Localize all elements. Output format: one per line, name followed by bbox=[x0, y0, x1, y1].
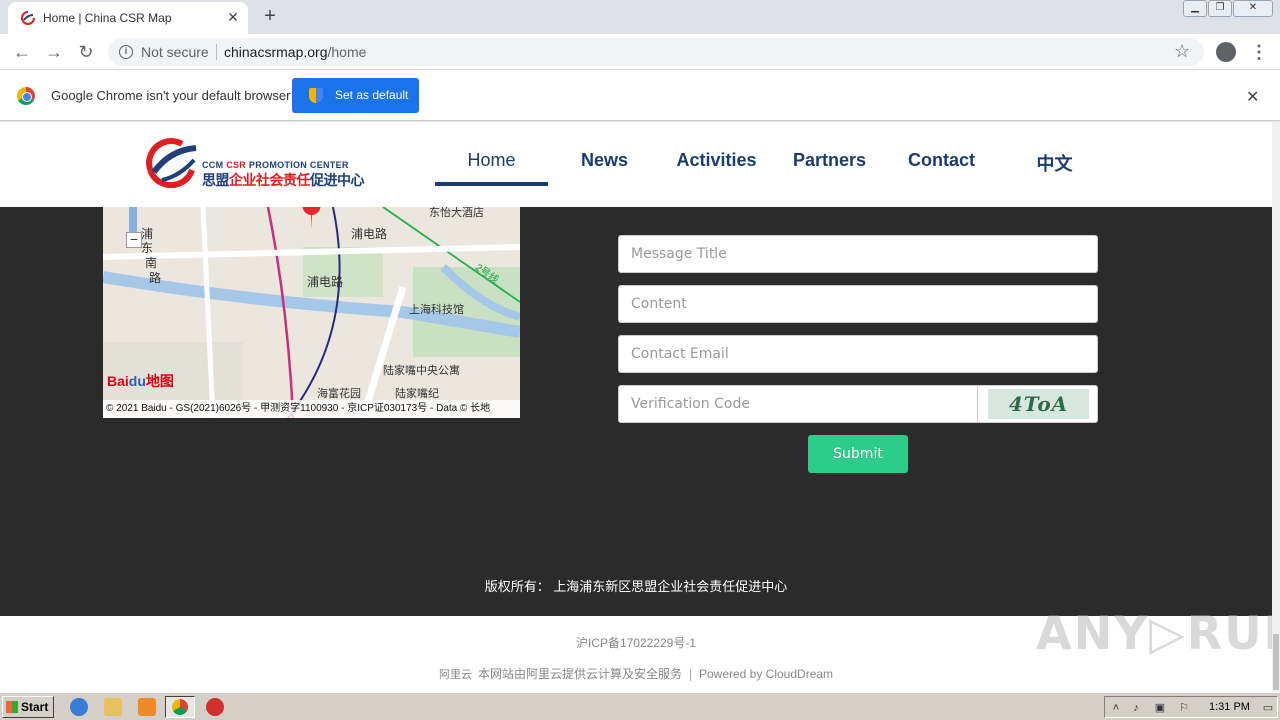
show-desktop-icon[interactable]: ▭ bbox=[1261, 701, 1275, 715]
logo-cn-prefix: 思盟 bbox=[202, 172, 230, 188]
page-scrollbar[interactable] bbox=[1272, 122, 1280, 692]
captcha-image[interactable]: 4ToA bbox=[988, 389, 1089, 419]
nav-news[interactable]: News bbox=[548, 150, 661, 171]
nav-contact[interactable]: Contact bbox=[885, 150, 998, 171]
baidu-logo-paw: du bbox=[128, 373, 146, 389]
map-label: 路 bbox=[149, 271, 162, 285]
system-tray: ˄ ♪ ▣ ⚐ 1:31 PM ▭ bbox=[1104, 696, 1278, 718]
browser-tab[interactable]: Home | China CSR Map ✕ bbox=[8, 2, 248, 34]
minimize-window-icon[interactable]: ▁ bbox=[1183, 0, 1207, 17]
infobar-message: Google Chrome isn't your default browser bbox=[51, 88, 291, 103]
taskbar-chrome-button[interactable] bbox=[165, 696, 195, 718]
reload-icon[interactable]: ↻ bbox=[74, 40, 98, 64]
stop-icon[interactable] bbox=[206, 698, 224, 716]
powered-row: 阿里云 本网站由阿里云提供云计算及安全服务 Powered by CloudDrea… bbox=[0, 665, 1272, 682]
powered-by-text[interactable]: Powered by CloudDream bbox=[699, 667, 833, 681]
contact-email-input[interactable]: Contact Email bbox=[618, 335, 1098, 373]
map-label: 上海科技馆 bbox=[409, 304, 464, 316]
bookmark-star-icon[interactable]: ☆ bbox=[1174, 41, 1190, 62]
nav-activities[interactable]: Activities bbox=[660, 150, 773, 171]
start-button[interactable]: Start bbox=[2, 696, 54, 718]
scrollbar-thumb[interactable] bbox=[1273, 634, 1279, 690]
map-copyright: © 2021 Baidu - GS(2021)6026号 - 甲测资字11009… bbox=[103, 400, 520, 418]
nav-active-underline bbox=[435, 182, 548, 186]
internet-explorer-icon[interactable] bbox=[70, 698, 88, 716]
taskbar-clock[interactable]: 1:31 PM bbox=[1209, 701, 1250, 713]
chrome-icon bbox=[172, 699, 188, 715]
address-separator bbox=[216, 44, 217, 60]
default-browser-infobar: Google Chrome isn't your default browser… bbox=[0, 71, 1280, 121]
baidu-logo-bai: Bai bbox=[107, 373, 129, 389]
logo-en-prefix: CCM bbox=[202, 160, 227, 170]
not-secure-label: Not secure bbox=[141, 44, 209, 60]
baidu-map[interactable]: 东怡大酒店 浦电路 浦 东 南 路 浦电路 2号线 上海科技馆 陆家嘴中央公寓 … bbox=[103, 207, 520, 418]
aliyun-logo-icon: 阿里云 bbox=[438, 669, 472, 681]
message-title-input[interactable]: Message Title bbox=[618, 235, 1098, 273]
logo-en-suffix: PROMOTION CENTER bbox=[246, 160, 349, 170]
logo-chinese-text: 思盟企业社会责任促进中心 bbox=[202, 170, 365, 190]
nav-home[interactable]: Home bbox=[435, 150, 548, 171]
new-tab-button[interactable]: + bbox=[258, 4, 282, 28]
map-label: 浦电路 bbox=[307, 275, 344, 289]
baidu-logo: Baidu地图 bbox=[107, 371, 174, 391]
anyrun-watermark: ANY▷RUN bbox=[1036, 606, 1280, 660]
back-arrow-icon[interactable]: ← bbox=[10, 40, 34, 64]
logo-cn-suffix: 促进中心 bbox=[310, 172, 365, 188]
map-label: 东怡大酒店 bbox=[429, 207, 484, 219]
logo-english-text: CCM CSR PROMOTION CENTER bbox=[202, 160, 349, 170]
submit-button[interactable]: Submit bbox=[808, 435, 908, 473]
browser-toolbar: ← → ↻ i Not secure chinacsrmap.org/home … bbox=[0, 34, 1280, 70]
set-as-default-label: Set as default bbox=[335, 88, 409, 102]
tray-expand-icon[interactable]: ˄ bbox=[1109, 701, 1123, 715]
map-label: 浦电路 bbox=[351, 227, 388, 241]
start-label: Start bbox=[21, 700, 49, 714]
browser-tab-strip: Home | China CSR Map ✕ + ▁ ❐ ✕ bbox=[0, 0, 1280, 34]
contact-section: 东怡大酒店 浦电路 浦 东 南 路 浦电路 2号线 上海科技馆 陆家嘴中央公寓 … bbox=[0, 207, 1272, 616]
file-explorer-icon[interactable] bbox=[104, 698, 122, 716]
site-favicon-icon bbox=[21, 11, 35, 25]
windows-taskbar: Start ˄ ♪ ▣ ⚐ 1:31 PM ▭ bbox=[0, 692, 1280, 720]
tab-title: Home | China CSR Map bbox=[43, 11, 172, 25]
map-label: 陆家嘴中央公寓 bbox=[383, 365, 460, 377]
map-label: 海富花园 bbox=[317, 388, 361, 400]
tab-close-icon[interactable]: ✕ bbox=[224, 6, 242, 28]
nav-chinese[interactable]: 中文 bbox=[998, 150, 1111, 176]
action-center-flag-icon[interactable]: ⚐ bbox=[1177, 701, 1191, 715]
map-label: 陆家嘴纪 bbox=[395, 388, 439, 400]
profile-avatar-icon[interactable] bbox=[1216, 42, 1236, 62]
site-header: CCM CSR PROMOTION CENTER 思盟企业社会责任促进中心 Ho… bbox=[0, 122, 1272, 207]
logo-cn-main: 企业社会责任 bbox=[229, 172, 311, 188]
captcha-box: 4ToA bbox=[977, 385, 1098, 423]
baidu-logo-map: 地图 bbox=[145, 373, 174, 389]
site-info-icon[interactable]: i bbox=[119, 45, 133, 59]
map-zoom-out-button[interactable]: − bbox=[126, 232, 142, 248]
url-text[interactable]: chinacsrmap.org/home bbox=[224, 44, 366, 60]
site-logo[interactable]: CCM CSR PROMOTION CENTER 思盟企业社会责任促进中心 bbox=[140, 134, 365, 190]
logo-mark-icon bbox=[146, 138, 197, 188]
browser-menu-icon[interactable]: ⋮ bbox=[1250, 40, 1268, 64]
set-as-default-button[interactable]: Set as default bbox=[292, 78, 419, 113]
shield-icon bbox=[309, 88, 323, 103]
aliyun-text: 本网站由阿里云提供云计算及安全服务 bbox=[477, 667, 682, 681]
media-player-icon[interactable] bbox=[138, 698, 156, 716]
footer-separator bbox=[689, 668, 691, 681]
url-host: chinacsrmap.org bbox=[224, 44, 328, 60]
infobar-close-icon[interactable]: ✕ bbox=[1246, 87, 1259, 107]
network-icon[interactable]: ▣ bbox=[1153, 701, 1167, 715]
copyright-notice: 版权所有： 上海浦东新区思盟企业社会责任促进中心 bbox=[484, 579, 788, 594]
forward-arrow-icon[interactable]: → bbox=[42, 40, 66, 64]
restore-window-icon[interactable]: ❐ bbox=[1208, 0, 1232, 17]
nav-partners[interactable]: Partners bbox=[773, 150, 886, 171]
volume-icon[interactable]: ♪ bbox=[1129, 701, 1143, 715]
logo-en-csr: CSR bbox=[226, 160, 247, 170]
close-window-icon[interactable]: ✕ bbox=[1233, 0, 1273, 17]
windows-flag-icon bbox=[6, 701, 18, 713]
content-input[interactable]: Content bbox=[618, 285, 1098, 323]
address-bar[interactable]: i Not secure chinacsrmap.org/home ☆ bbox=[108, 38, 1204, 66]
chrome-logo-icon bbox=[17, 87, 35, 105]
url-path: /home bbox=[327, 44, 367, 60]
